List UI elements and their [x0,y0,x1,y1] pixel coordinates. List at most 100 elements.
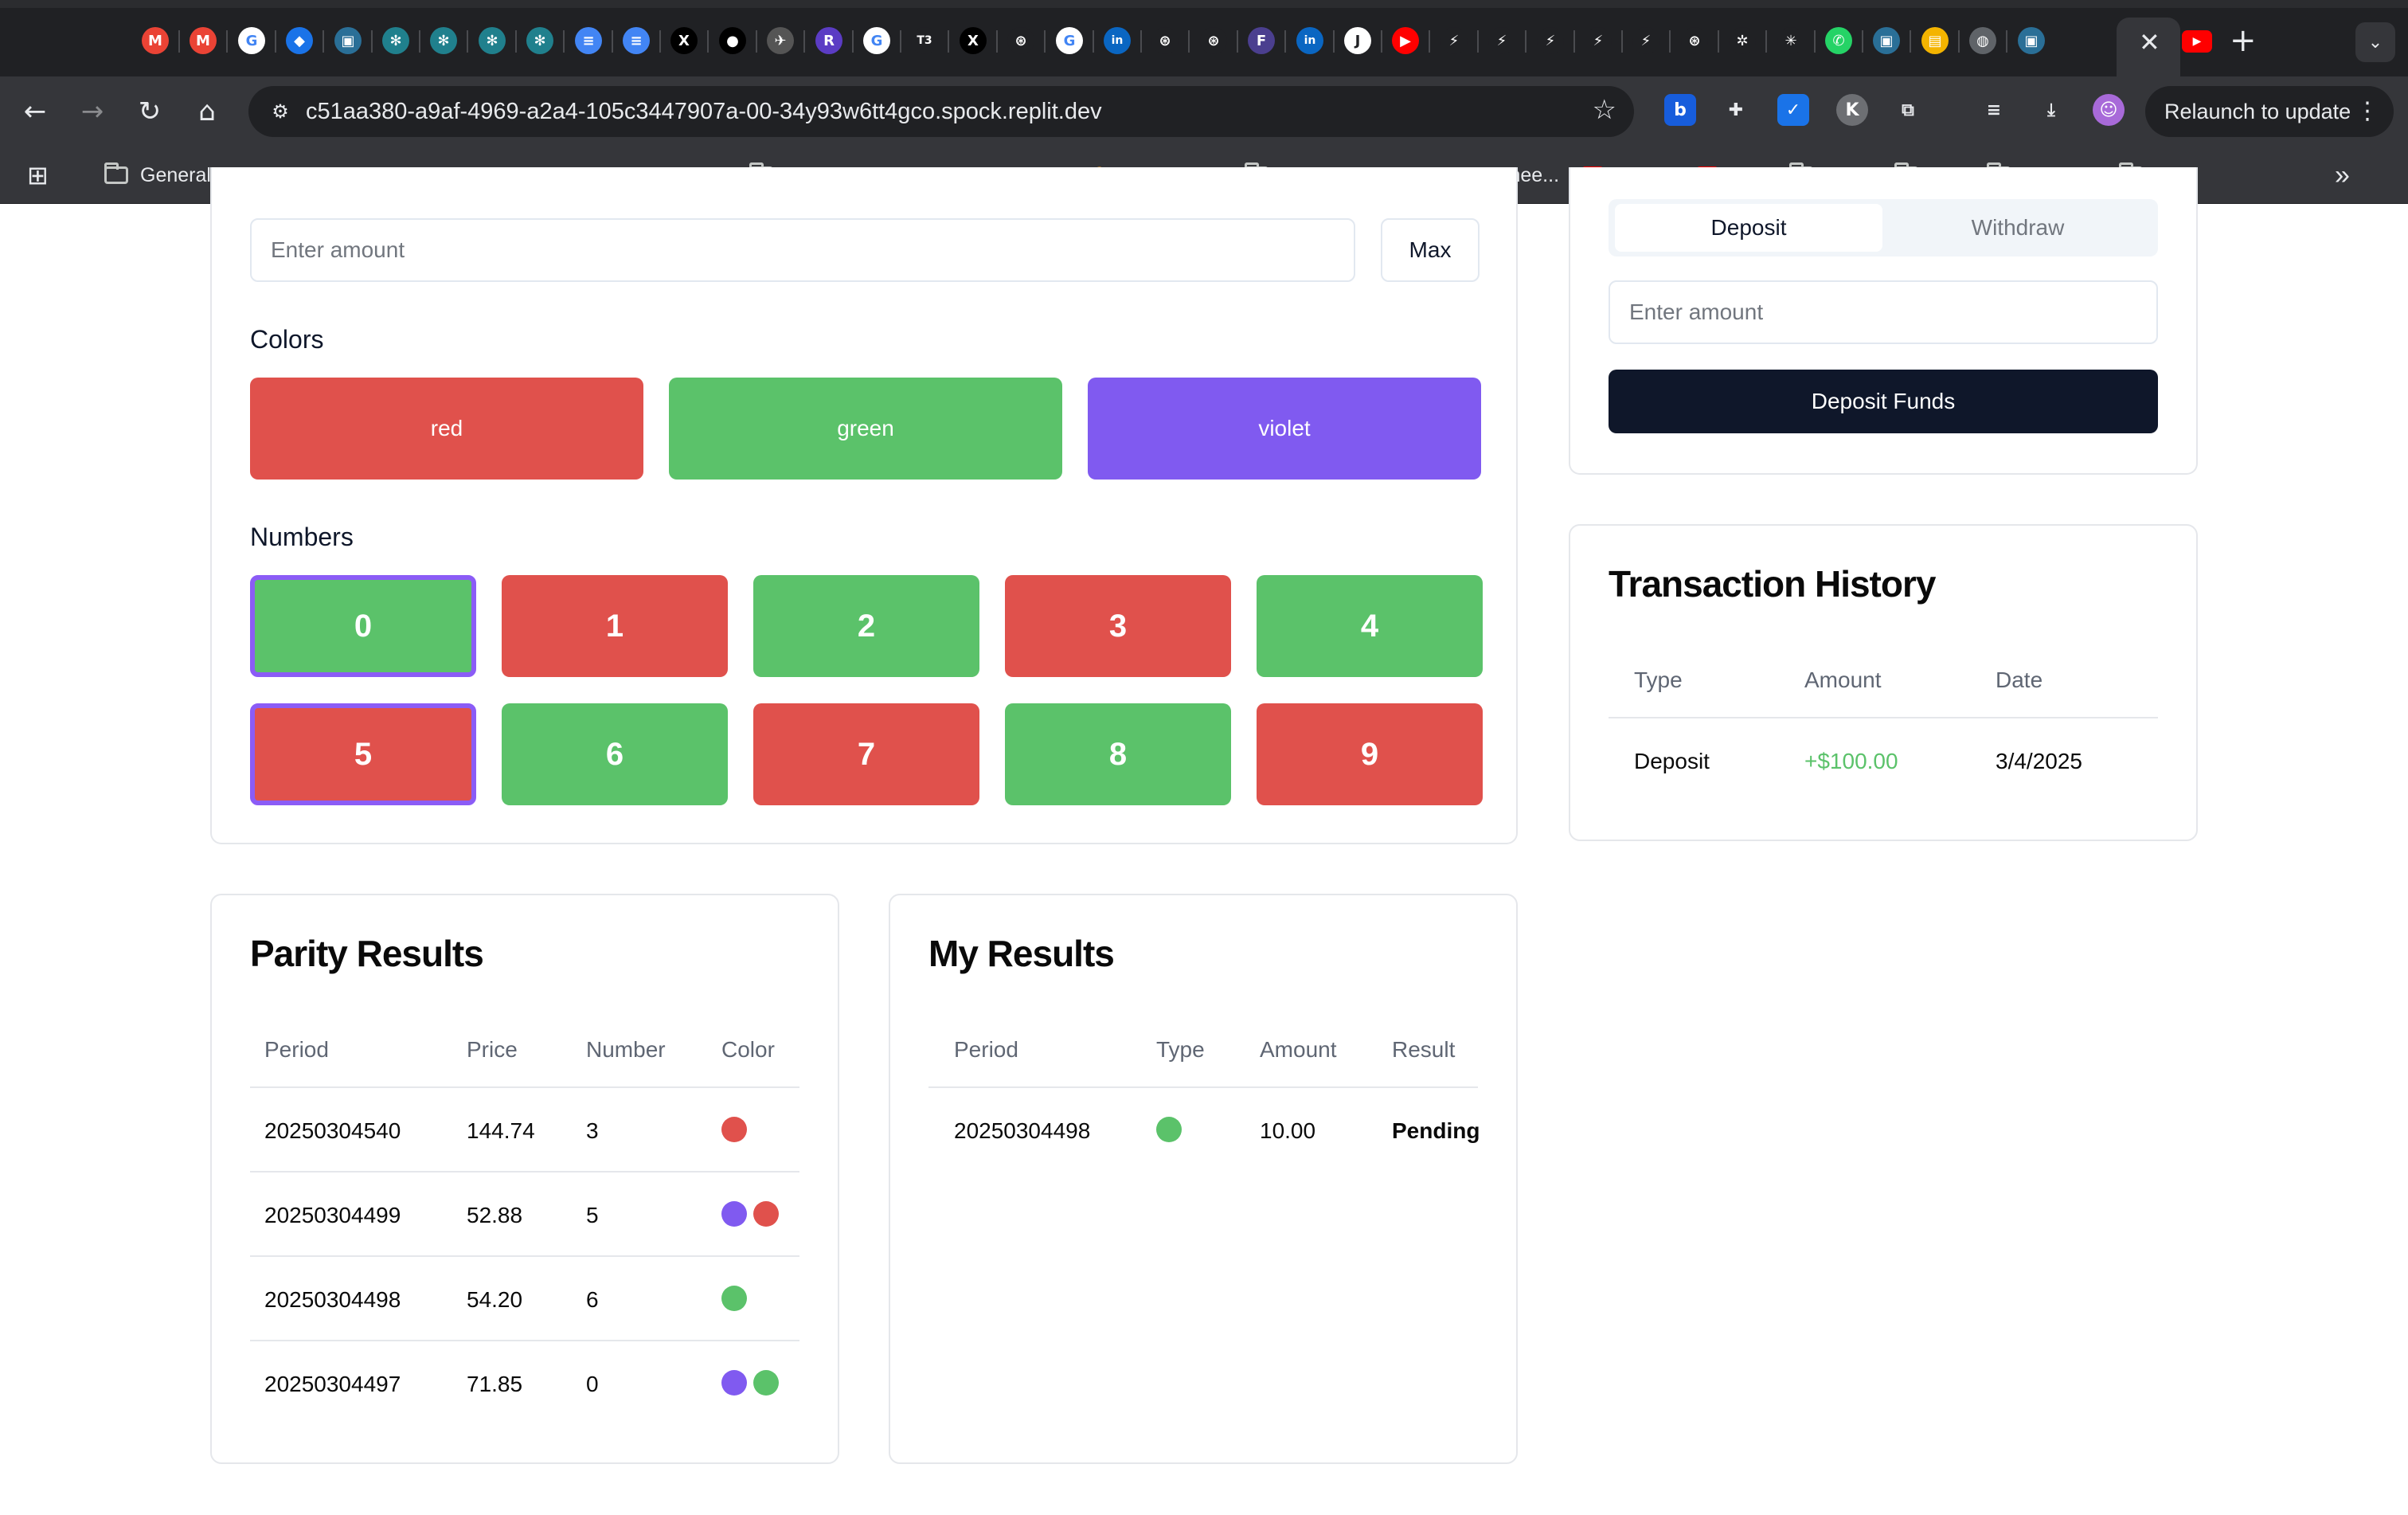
openai-icon[interactable]: ⊛ [1007,27,1034,54]
extensions-puzzle-icon[interactable]: ⧉ [1892,94,1924,126]
bitwarden-icon[interactable]: b [1664,94,1696,126]
gear-icon[interactable]: ✲ [1729,27,1756,54]
color-button-green[interactable]: green [669,378,1062,480]
bolt-icon[interactable]: ⚡ [1440,27,1468,54]
number-button-7[interactable]: 7 [753,703,979,805]
address-bar[interactable]: ⚙ c51aa380-a9af-4969-a2a4-105c3447907a-0… [248,86,1634,137]
tab-search-button[interactable]: ⌄ [2355,22,2395,62]
color-button-violet[interactable]: violet [1088,378,1481,480]
deposit-amount-input[interactable] [1609,280,2158,344]
t3-icon[interactable]: T3 [911,27,938,54]
google-icon[interactable]: G [1056,27,1083,54]
pin-extension-icon[interactable]: ✚ [1720,94,1752,126]
parity-header-divider [250,1086,799,1088]
number-button-0[interactable]: 0 [250,575,476,677]
avatar[interactable]: ☺ [2093,94,2125,126]
profile-k-icon[interactable]: K [1836,94,1868,126]
tab-separator [515,30,517,53]
linkedin-icon[interactable]: in [1296,27,1323,54]
perplexity-icon[interactable]: ✻ [479,27,506,54]
number-button-1[interactable]: 1 [502,575,728,677]
new-tab-button[interactable]: + [2230,22,2257,59]
openai-icon[interactable]: ⊛ [1200,27,1227,54]
openai-icon[interactable]: ⊛ [1681,27,1708,54]
parity-price: 52.88 [467,1203,523,1227]
whatsapp-icon[interactable]: ✆ [1825,27,1852,54]
app-icon[interactable]: ▣ [2018,27,2045,54]
bookmark-item[interactable]: General [104,161,211,190]
tab-separator [1284,30,1286,53]
number-button-8[interactable]: 8 [1005,703,1231,805]
number-button-9[interactable]: 9 [1257,703,1483,805]
r-icon[interactable]: R [815,27,842,54]
relaunch-button[interactable]: Relaunch to update ⋮ [2145,86,2394,137]
maps-icon[interactable]: ◆ [286,27,313,54]
bookmark-star-icon[interactable]: ☆ [1593,94,1616,126]
perplexity-icon[interactable]: ✻ [526,27,553,54]
deposit-funds-button[interactable]: Deposit Funds [1609,370,2158,433]
bookmarks-overflow-icon[interactable]: » [2335,160,2350,190]
number-button-2[interactable]: 2 [753,575,979,677]
download-icon[interactable]: ⤓ [2035,94,2067,126]
app-icon[interactable]: ▣ [1873,27,1900,54]
media-controls-icon[interactable]: ≡ [1978,94,2010,126]
reload-button[interactable]: ↻ [129,91,170,132]
bet-amount-input[interactable] [250,218,1355,282]
tab-withdraw[interactable]: Withdraw [1884,204,2152,252]
my-amount: 10.00 [1260,1118,1316,1143]
google-icon[interactable]: G [238,27,265,54]
j-icon[interactable]: J [1344,27,1371,54]
docs-icon[interactable]: ≡ [575,27,602,54]
globe-icon[interactable]: ◍ [1969,27,1996,54]
bolt-icon[interactable]: ⚡ [1537,27,1564,54]
parity-color-dot [753,1201,779,1227]
bet-amount-field[interactable] [252,220,1354,280]
menu-dots-icon[interactable]: ⋮ [2355,97,2379,125]
linkedin-icon[interactable]: in [1104,27,1131,54]
x-icon[interactable]: X [670,27,698,54]
tab-separator [1477,30,1479,53]
gmail-icon[interactable]: M [142,27,169,54]
circle-icon[interactable]: ● [719,27,746,54]
url-text[interactable]: c51aa380-a9af-4969-a2a4-105c3447907a-00-… [306,99,1102,125]
plane-icon[interactable]: ✈ [767,27,794,54]
number-button-3[interactable]: 3 [1005,575,1231,677]
deposit-amount-field[interactable] [1610,282,2156,343]
todo-extension-icon[interactable]: ✓ [1777,94,1809,126]
f-icon[interactable]: F [1248,27,1275,54]
tab-deposit[interactable]: Deposit [1615,204,1882,252]
home-button[interactable]: ⌂ [186,91,228,132]
perplexity-icon[interactable]: ✻ [382,27,409,54]
color-button-red[interactable]: red [250,378,643,480]
apps-grid-icon[interactable]: ⊞ [27,161,49,190]
parity-header-period: Period [264,1037,329,1062]
perplexity-icon[interactable]: ✻ [430,27,457,54]
youtube-icon[interactable]: ▶ [2182,30,2212,53]
number-button-5[interactable]: 5 [250,703,476,805]
tab-separator [1910,30,1911,53]
number-button-6[interactable]: 6 [502,703,728,805]
number-button-4[interactable]: 4 [1257,575,1483,677]
my-header-result: Result [1392,1037,1456,1062]
tx-type: Deposit [1634,749,1710,773]
openai-icon[interactable]: ⊛ [1151,27,1179,54]
docs-icon[interactable]: ≡ [623,27,650,54]
active-tab[interactable]: ✕ [2117,18,2180,76]
bolt-icon[interactable]: ⚡ [1585,27,1612,54]
site-info-icon[interactable]: ⚙ [266,97,295,126]
close-tab-icon[interactable]: ✕ [2139,27,2160,57]
bolt-icon[interactable]: ⚡ [1632,27,1659,54]
bolt-icon[interactable]: ⚡ [1488,27,1515,54]
x-icon[interactable]: X [960,27,987,54]
parity-row-divider [250,1171,799,1172]
forward-button[interactable]: → [72,91,113,132]
claude-icon[interactable]: ✳ [1777,27,1804,54]
gmail-icon[interactable]: M [190,27,217,54]
app-icon[interactable]: ▣ [334,27,362,54]
google-icon[interactable]: G [863,27,890,54]
parity-header-number: Number [586,1037,666,1062]
youtube-icon[interactable]: ▶ [1392,27,1419,54]
image-icon[interactable]: ▤ [1921,27,1949,54]
max-button[interactable]: Max [1381,218,1480,282]
back-button[interactable]: ← [14,91,56,132]
